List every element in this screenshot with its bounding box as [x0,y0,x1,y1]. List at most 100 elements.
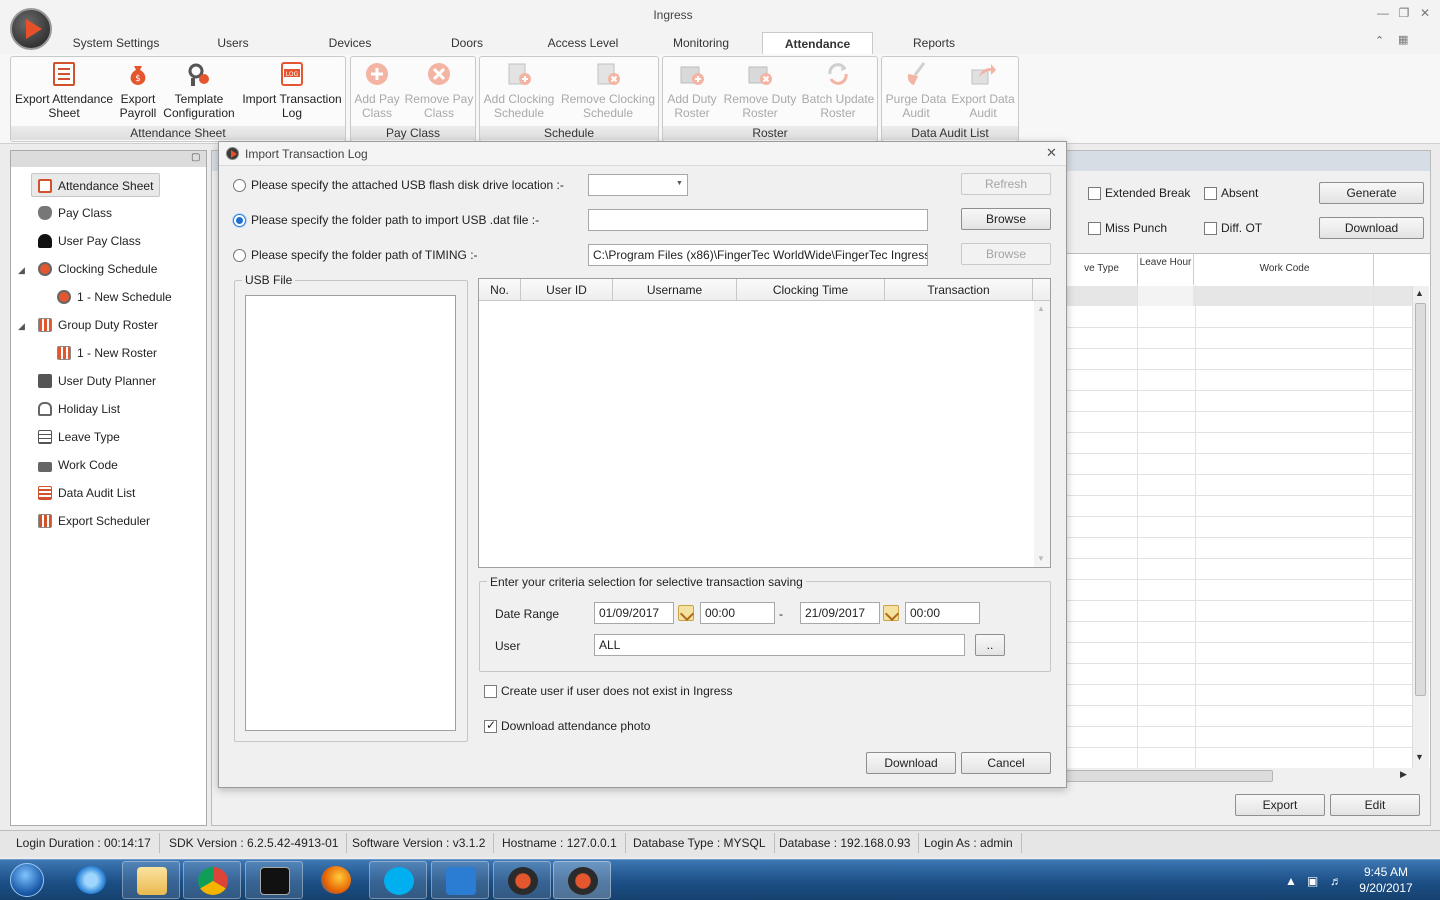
taskbar-word[interactable] [431,861,489,899]
batch-update-roster-button[interactable]: Batch Update Roster [800,60,876,120]
collapse-icon[interactable]: ◢ [18,265,25,276]
horizontal-scrollbar-thumb[interactable] [1066,770,1273,782]
scroll-right-icon[interactable]: ▶ [1400,769,1407,780]
remove-clocking-schedule-button[interactable]: Remove Clocking Schedule [560,60,656,120]
taskbar-internet-explorer[interactable] [62,861,120,899]
cancel-button[interactable]: Cancel [961,752,1051,774]
calendar-picker-icon[interactable] [883,605,899,621]
taskbar-chrome[interactable] [183,861,241,899]
scroll-down-icon[interactable]: ▼ [1415,752,1424,762]
scroll-down-icon[interactable]: ▼ [1037,554,1045,563]
timing-radio[interactable] [233,249,246,262]
browse-timing-button[interactable]: Browse [961,243,1051,265]
dialog-close-icon[interactable]: ✕ [1046,145,1057,161]
show-hidden-icons-icon[interactable]: ▲ [1285,874,1297,888]
dat-file-radio[interactable] [233,214,246,227]
sidebar-item-data-audit-list[interactable]: Data Audit List [38,481,135,505]
taskbar-ingress[interactable] [493,861,551,899]
column-username[interactable]: Username [613,279,737,301]
sidebar-item-user-duty-planner[interactable]: User Duty Planner [38,369,156,393]
volume-icon[interactable]: ♬ [1330,874,1342,888]
column-transaction[interactable]: Transaction [885,279,1033,301]
collapse-icon[interactable]: ◢ [18,321,25,332]
sidebar-item-attendance-sheet[interactable]: Attendance Sheet [31,173,161,197]
sidebar-item-new-schedule[interactable]: 1 - New Schedule [57,285,172,309]
pin-icon[interactable]: ▢ [191,152,200,163]
system-clock[interactable]: 9:45 AM 9/20/2017 [1346,864,1426,896]
add-pay-class-button[interactable]: Add Pay Class [352,60,402,120]
usb-drive-radio[interactable] [233,179,246,192]
remove-pay-class-button[interactable]: Remove Pay Class [404,60,474,120]
sidebar-item-group-duty-roster[interactable]: Group Duty Roster [38,313,158,337]
refresh-button[interactable]: Refresh [961,173,1051,195]
tab-system-settings[interactable]: System Settings [60,32,172,54]
tab-users[interactable]: Users [198,32,268,54]
sidebar-item-work-code[interactable]: Work Code [38,453,118,477]
column-user-id[interactable]: User ID [521,279,613,301]
sidebar-item-holiday-list[interactable]: Holiday List [38,397,120,421]
remove-duty-roster-button[interactable]: Remove Duty Roster [722,60,798,120]
time-from-input[interactable]: 00:00 [700,602,775,624]
tab-attendance[interactable]: Attendance [762,32,873,54]
extended-break-checkbox[interactable] [1088,187,1101,200]
tab-devices[interactable]: Devices [310,32,390,54]
transaction-grid-scrollbar[interactable] [1034,301,1050,567]
sidebar-item-new-roster[interactable]: 1 - New Roster [57,341,157,365]
export-button[interactable]: Export [1235,794,1325,816]
absent-checkbox[interactable] [1204,187,1217,200]
add-clocking-schedule-button[interactable]: Add Clocking Schedule [482,60,556,120]
download-report-button[interactable]: Download [1319,217,1424,239]
minimize-icon[interactable]: — [1374,6,1392,22]
template-configuration-button[interactable]: Template Configuration [160,60,238,120]
start-button[interactable] [6,861,48,899]
miss-punch-checkbox[interactable] [1088,222,1101,235]
tab-doors[interactable]: Doors [436,32,498,54]
network-icon[interactable]: ▣ [1307,874,1318,888]
export-attendance-sheet-button[interactable]: Export Attendance Sheet [13,60,115,120]
chevron-up-icon[interactable]: ⌃ [1375,34,1384,47]
restore-icon[interactable]: ❐ [1395,6,1413,22]
timing-path-input[interactable]: C:\Program Files (x86)\FingerTec WorldWi… [588,244,928,266]
scrollbar-thumb[interactable] [1415,303,1426,696]
app-logo-icon[interactable] [10,8,52,50]
user-input[interactable]: ALL [594,634,965,656]
export-data-audit-button[interactable]: Export Data Audit [950,60,1016,120]
column-no[interactable]: No. [479,279,521,301]
scroll-up-icon[interactable]: ▲ [1037,304,1045,313]
sidebar-item-leave-type[interactable]: Leave Type [38,425,120,449]
sidebar-item-pay-class[interactable]: Pay Class [38,201,112,225]
download-photo-checkbox[interactable] [484,718,497,733]
create-user-checkbox[interactable] [484,685,497,698]
generate-button[interactable]: Generate [1319,182,1424,204]
export-payroll-button[interactable]: $ Export Payroll [116,60,160,120]
chevron-down-icon[interactable]: ▼ [676,180,683,187]
usb-drive-select[interactable] [588,174,688,196]
add-duty-roster-button[interactable]: Add Duty Roster [664,60,720,120]
dat-path-input[interactable] [588,209,928,231]
taskbar-skype[interactable] [369,861,427,899]
sidebar-item-user-pay-class[interactable]: User Pay Class [38,229,141,253]
browse-dat-button[interactable]: Browse [961,208,1051,230]
taskbar-firefox[interactable] [307,861,365,899]
time-to-input[interactable]: 00:00 [905,602,980,624]
purge-data-audit-button[interactable]: Purge Data Audit [884,60,948,120]
date-to-input[interactable]: 21/09/2017 [800,602,880,624]
scroll-up-icon[interactable]: ▲ [1415,288,1424,298]
user-picker-button[interactable]: .. [975,634,1005,656]
tab-reports[interactable]: Reports [898,32,970,54]
sidebar-item-export-scheduler[interactable]: Export Scheduler [38,509,150,533]
calendar-picker-icon[interactable] [678,605,694,621]
taskbar-ingress-active[interactable] [553,861,611,899]
sidebar-item-clocking-schedule[interactable]: Clocking Schedule [38,257,157,281]
download-button[interactable]: Download [866,752,956,774]
edit-button[interactable]: Edit [1330,794,1420,816]
taskbar-command-prompt[interactable] [245,861,303,899]
usb-file-list[interactable] [245,295,456,731]
tab-monitoring[interactable]: Monitoring [660,32,742,54]
close-icon[interactable]: ✕ [1416,6,1434,22]
diff-ot-checkbox[interactable] [1204,222,1217,235]
column-clocking-time[interactable]: Clocking Time [737,279,885,301]
taskbar-file-explorer[interactable] [122,861,180,899]
grid-filter-cell[interactable] [1138,286,1193,306]
date-from-input[interactable]: 01/09/2017 [594,602,674,624]
